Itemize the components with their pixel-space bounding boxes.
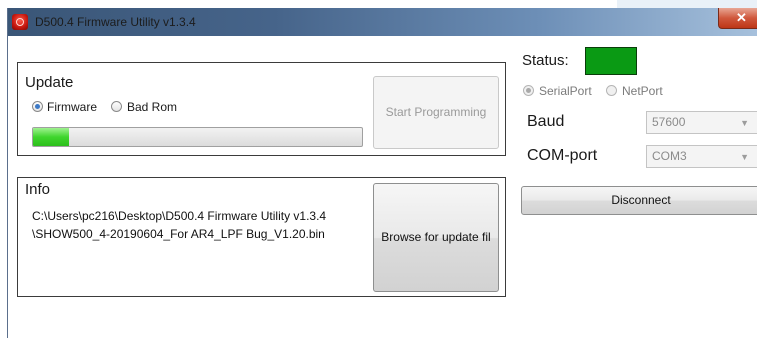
firmware-radio-label[interactable]: Firmware xyxy=(47,100,97,114)
com-port-select[interactable]: COM3 ▼ xyxy=(646,145,757,168)
status-label: Status: xyxy=(522,52,569,69)
progress-fill xyxy=(33,128,70,146)
close-icon: ✕ xyxy=(736,10,747,25)
app-logo-icon xyxy=(12,14,28,30)
netport-radio[interactable] xyxy=(606,85,617,96)
chevron-down-icon: ▼ xyxy=(740,118,749,128)
file-path-line-2: \SHOW500_4-20190604_For AR4_LPF Bug_V1.2… xyxy=(32,227,325,241)
status-indicator xyxy=(585,47,637,75)
update-progress-bar xyxy=(32,127,363,147)
firmware-radio[interactable] xyxy=(32,101,43,112)
com-port-value: COM3 xyxy=(652,149,687,163)
firmware-file-path: C:\Users\pc216\Desktop\D500.4 Firmware U… xyxy=(32,207,372,243)
disconnect-button[interactable]: Disconnect xyxy=(521,186,757,215)
serialport-radio[interactable] xyxy=(523,85,534,96)
netport-radio-label[interactable]: NetPort xyxy=(622,84,663,98)
com-port-label: COM-port xyxy=(527,147,598,164)
badrom-radio-label[interactable]: Bad Rom xyxy=(127,100,177,114)
title-bar[interactable]: D500.4 Firmware Utility v1.3.4 ✕ xyxy=(8,8,757,36)
browse-update-file-button[interactable]: Browse for update fil xyxy=(373,183,499,292)
serialport-radio-label[interactable]: SerialPort xyxy=(539,84,592,98)
close-button[interactable]: ✕ xyxy=(718,8,757,29)
baud-label: Baud xyxy=(527,113,565,130)
badrom-radio[interactable] xyxy=(111,101,122,112)
window-title: D500.4 Firmware Utility v1.3.4 xyxy=(35,15,196,29)
file-path-line-1: C:\Users\pc216\Desktop\D500.4 Firmware U… xyxy=(32,209,327,223)
baud-select[interactable]: 57600 ▼ xyxy=(646,111,757,134)
info-group-title: Info xyxy=(25,181,51,198)
update-group-title: Update xyxy=(25,74,74,91)
start-programming-button[interactable]: Start Programming xyxy=(373,76,499,149)
baud-value: 57600 xyxy=(652,115,686,129)
chevron-down-icon: ▼ xyxy=(740,152,749,162)
